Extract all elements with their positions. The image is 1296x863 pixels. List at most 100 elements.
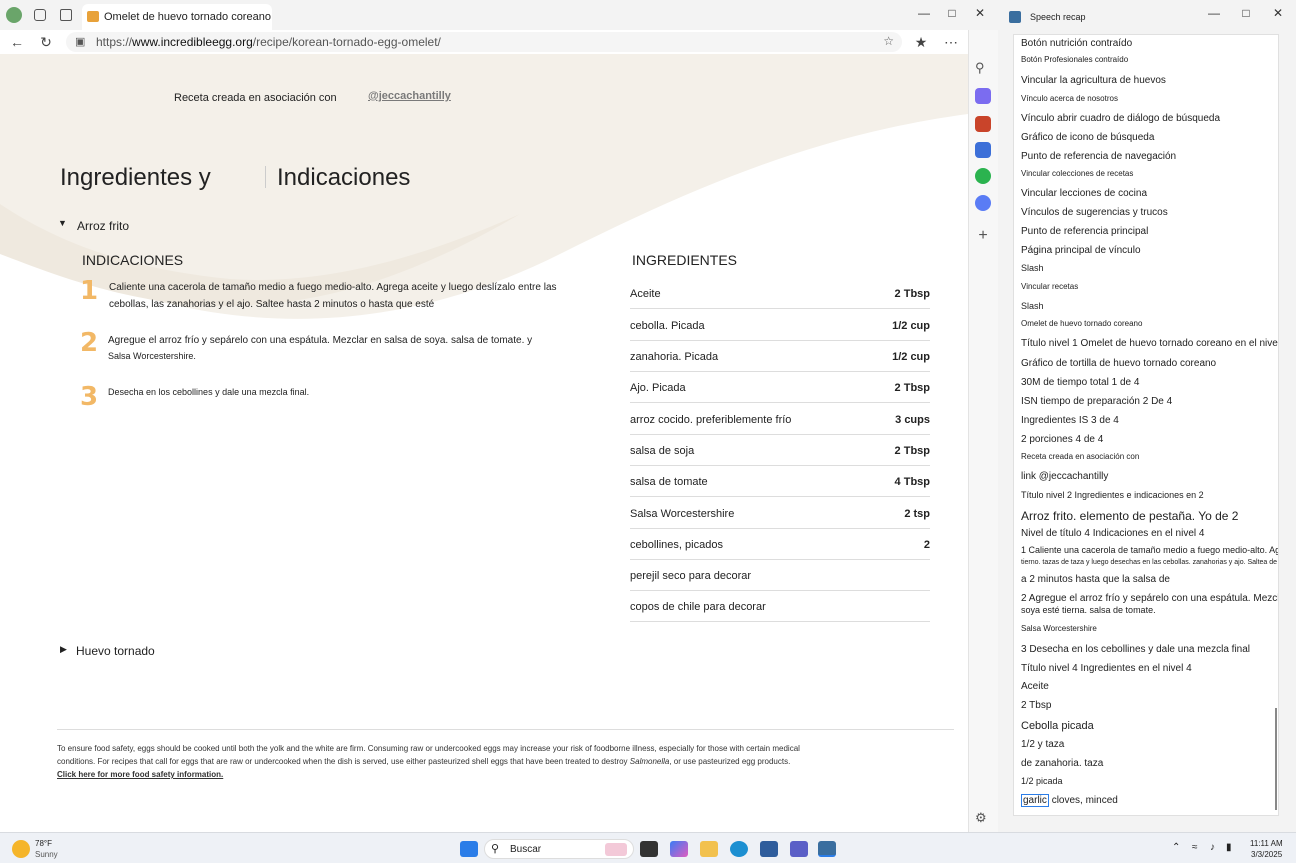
recap-item[interactable]: Botón Profesionales contraído [1021, 55, 1128, 64]
caret-right-icon[interactable]: ▶ [60, 644, 67, 655]
taskbar-search[interactable]: ⚲ Buscar [484, 839, 634, 859]
recap-item[interactable]: Punto de referencia de navegación [1021, 151, 1176, 162]
workspaces-icon[interactable] [34, 9, 46, 21]
favorites-icon[interactable]: ★ [912, 34, 930, 51]
ingredients-title: INGREDIENTES [632, 252, 738, 268]
recap-item[interactable]: Cebolla picada [1021, 720, 1094, 732]
recap-item[interactable]: soya esté tierna. salsa de tomate. [1021, 605, 1156, 615]
vertical-tabs-icon[interactable] [60, 9, 72, 21]
caret-down-icon[interactable]: ▼ [58, 218, 67, 228]
recap-item[interactable]: garlic cloves, minced [1021, 794, 1118, 807]
recap-item[interactable]: Omelet de huevo tornado coreano [1021, 319, 1142, 328]
file-explorer-icon[interactable] [700, 841, 718, 857]
messenger-icon[interactable] [975, 195, 991, 211]
recap-item[interactable]: 1/2 y taza [1021, 739, 1064, 750]
search-icon[interactable]: ⚲ [975, 60, 991, 76]
recap-item[interactable]: Slash [1021, 263, 1044, 273]
sidebar-app-icon[interactable] [975, 142, 991, 158]
sidebar-app-icon[interactable] [975, 88, 991, 104]
back-icon[interactable]: ← [8, 34, 26, 50]
recap-item[interactable]: Título nivel 4 Ingredientes en el nivel … [1021, 663, 1192, 674]
tab-directions[interactable]: Indicaciones [277, 164, 410, 192]
settings-icon[interactable]: ⚙ [975, 810, 991, 826]
recap-item[interactable]: 1 Caliente una cacerola de tamaño medio … [1021, 545, 1278, 555]
address-bar[interactable]: ▣ https://www.incredibleegg.org/recipe/k… [66, 32, 902, 52]
recap-item[interactable]: Vincular recetas [1021, 282, 1078, 291]
clock-date[interactable]: 3/3/2025 [1251, 850, 1282, 859]
recap-item[interactable]: 30M de tiempo total 1 de 4 [1021, 377, 1139, 388]
teams-icon[interactable] [790, 841, 808, 857]
recap-item[interactable]: Nivel de título 4 Indicaciones en el niv… [1021, 528, 1204, 539]
recap-item[interactable]: tierno. tazas de taza y luego desechas e… [1021, 559, 1278, 566]
recap-item[interactable]: 2 porciones 4 de 4 [1021, 434, 1103, 445]
recap-item[interactable]: 1/2 picada [1021, 776, 1063, 786]
recap-item[interactable]: a 2 minutos hasta que la salsa de [1021, 574, 1170, 585]
tab-bar: Omelet de huevo tornado coreano. ; x + —… [0, 0, 998, 30]
volume-icon[interactable]: ♪ [1210, 842, 1215, 853]
recap-item[interactable]: Vínculo abrir cuadro de diálogo de búsqu… [1021, 113, 1220, 124]
start-icon[interactable] [460, 841, 478, 857]
recap-item[interactable]: Botón nutrición contraído [1021, 38, 1132, 49]
partner-label: Receta creada en asociación con [174, 92, 337, 104]
ingredient-row: salsa de tomate 4 Tbsp [630, 466, 930, 497]
close-icon[interactable]: ✕ [1268, 6, 1288, 24]
recap-item[interactable]: Receta creada en asociación con [1021, 452, 1139, 461]
copilot-icon[interactable] [670, 841, 688, 857]
close-icon[interactable]: ✕ [970, 6, 990, 24]
clock-time[interactable]: 11:11 AM [1250, 839, 1283, 848]
battery-icon[interactable]: ▮ [1226, 842, 1232, 853]
minimize-icon[interactable]: — [1204, 6, 1224, 24]
tab-recipe[interactable]: Omelet de huevo tornado coreano. ; x + [82, 4, 272, 30]
recap-item[interactable]: Vínculo acerca de nosotros [1021, 94, 1118, 103]
tab-ingredients[interactable]: Ingredientes y [60, 164, 211, 192]
more-menu-icon[interactable]: ⋯ [942, 34, 960, 51]
recap-item[interactable]: Ingredientes IS 3 de 4 [1021, 415, 1119, 426]
recap-item[interactable]: 2 Tbsp [1021, 700, 1051, 711]
refresh-icon[interactable]: ↻ [37, 34, 55, 51]
ingredient-qty: 2 Tbsp [894, 288, 930, 300]
weather-condition[interactable]: Sunny [35, 850, 58, 859]
recap-item[interactable]: 2 Agregue el arroz frío y sepárelo con u… [1021, 593, 1278, 604]
recap-item[interactable]: Título nivel 2 Ingredientes e indicacion… [1021, 490, 1204, 500]
section-fried-rice[interactable]: Arroz frito [77, 219, 129, 233]
recap-item[interactable]: Vincular colecciones de recetas [1021, 169, 1133, 178]
food-safety-link[interactable]: Click here for more food safety informat… [57, 768, 917, 781]
minimize-icon[interactable]: — [914, 6, 934, 24]
recap-item[interactable]: Página principal de vínculo [1021, 245, 1141, 256]
edge-icon[interactable] [730, 841, 748, 857]
recap-item[interactable]: Gráfico de tortilla de huevo tornado cor… [1021, 358, 1216, 369]
recap-item[interactable]: de zanahoria. taza [1021, 758, 1103, 769]
speech-recap-taskbar-icon[interactable] [818, 841, 836, 857]
shopping-icon[interactable] [975, 116, 991, 132]
recap-item[interactable]: Aceite [1021, 681, 1049, 692]
recap-item[interactable]: ISN tiempo de preparación 2 De 4 [1021, 396, 1172, 407]
chevron-up-icon[interactable]: ⌃ [1172, 842, 1180, 853]
maximize-icon[interactable]: □ [942, 6, 962, 24]
recap-item[interactable]: Gráfico de icono de búsqueda [1021, 132, 1154, 143]
recap-item[interactable]: Vínculos de sugerencias y trucos [1021, 207, 1168, 218]
recap-item[interactable]: Título nivel 1 Omelet de huevo tornado c… [1021, 338, 1278, 349]
favorite-star-icon[interactable]: ☆ [883, 34, 894, 48]
recap-item[interactable]: Slash [1021, 301, 1044, 311]
weather-temp[interactable]: 78°F [35, 839, 52, 848]
wifi-icon[interactable]: ≈ [1192, 842, 1198, 853]
recap-scrollbar[interactable] [1275, 708, 1277, 810]
url-prefix: https:// [96, 35, 133, 49]
profile-avatar[interactable] [6, 7, 22, 23]
store-icon[interactable] [760, 841, 778, 857]
recap-list[interactable]: Botón nutrición contraído Botón Profesion… [1013, 34, 1279, 816]
task-view-icon[interactable] [640, 841, 658, 857]
recap-item[interactable]: Salsa Worcestershire [1021, 624, 1097, 633]
recap-item[interactable]: link @jeccachantilly [1021, 471, 1108, 482]
recap-item[interactable]: Vincular la agricultura de huevos [1021, 75, 1166, 86]
recap-item[interactable]: Arroz frito. elemento de pestaña. Yo de … [1021, 509, 1238, 523]
section-tornado-egg[interactable]: Huevo tornado [76, 644, 155, 658]
spotify-icon[interactable] [975, 168, 991, 184]
sun-icon [12, 840, 30, 858]
partner-link[interactable]: @jeccachantilly [368, 90, 451, 102]
add-icon[interactable]: + [975, 228, 991, 244]
recap-item[interactable]: Vincular lecciones de cocina [1021, 188, 1147, 199]
recap-item[interactable]: 3 Desecha en los cebollines y dale una m… [1021, 644, 1250, 655]
maximize-icon[interactable]: □ [1236, 6, 1256, 24]
recap-item[interactable]: Punto de referencia principal [1021, 226, 1148, 237]
